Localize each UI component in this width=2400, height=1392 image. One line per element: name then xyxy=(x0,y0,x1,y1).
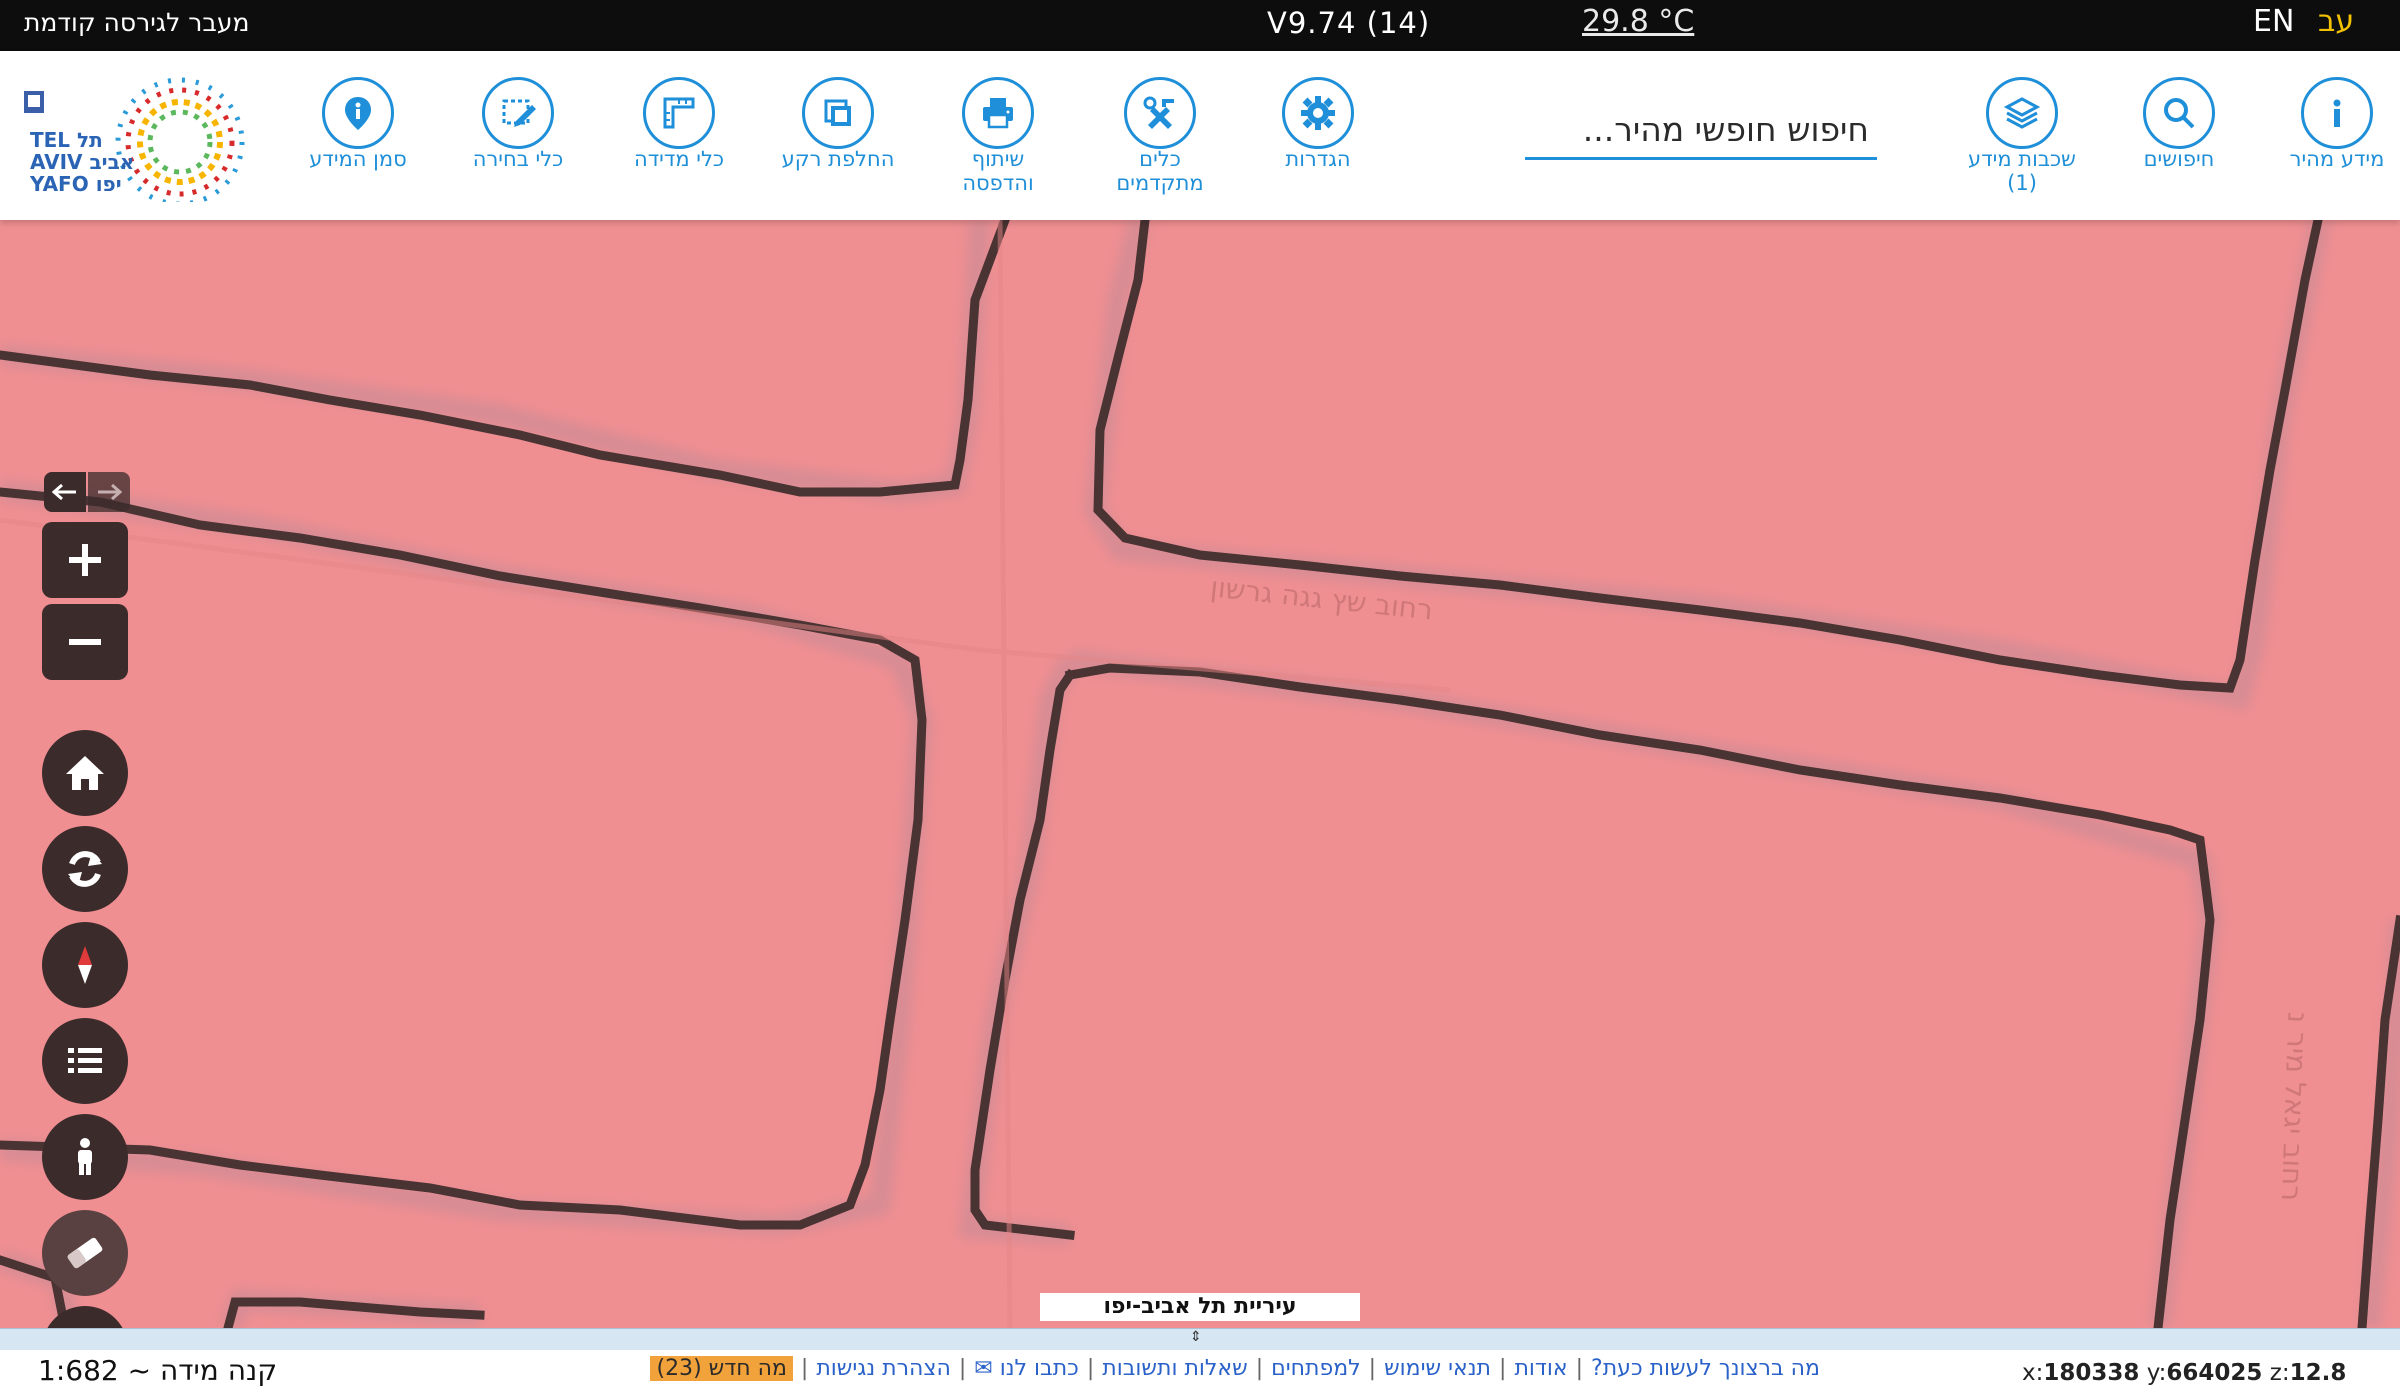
info-icon xyxy=(2301,77,2373,149)
zoom-out-button[interactable] xyxy=(42,604,128,680)
info-marker-tool[interactable]: סמן המידע xyxy=(283,77,433,173)
faq-link[interactable]: שאלות ותשובות xyxy=(1102,1356,1247,1381)
quick-info-tool[interactable]: מידע מהיר xyxy=(2262,77,2400,173)
back-arrow-button[interactable] xyxy=(44,472,86,512)
home-button[interactable] xyxy=(42,730,128,816)
main-toolbar: TEL תל AVIV אביב YAFO יפו סמן המידע כלי … xyxy=(0,51,2400,220)
arrow-right-icon xyxy=(98,483,122,501)
gear-icon xyxy=(1282,77,1354,149)
printer-icon xyxy=(962,77,1034,149)
whats-new-badge[interactable]: מה חדש (23) xyxy=(650,1356,793,1381)
settings-tool[interactable]: הגדרות xyxy=(1243,77,1393,173)
searches-tool[interactable]: חיפושים xyxy=(2104,77,2254,173)
legend-list-button[interactable] xyxy=(42,1018,128,1104)
advanced-tools-label-2: מתקדמים xyxy=(1116,171,1204,195)
x-value: 180338 xyxy=(2043,1360,2140,1386)
map-view[interactable]: רחוב שץ גגה גרשון רחוב יגאל מיר נ 3D עיר… xyxy=(0,220,2400,1328)
measure-tools-label: כלי מדידה xyxy=(633,147,725,171)
quick-search xyxy=(1525,101,1877,160)
svg-text:TEL תל: TEL תל xyxy=(30,128,103,152)
z-value: 12.8 xyxy=(2289,1360,2347,1386)
info-layers-count: (1) xyxy=(2007,171,2037,195)
settings-label: הגדרות xyxy=(1285,147,1351,171)
y-value: 664025 xyxy=(2166,1360,2263,1386)
arrow-left-icon xyxy=(52,483,76,501)
top-bar: מעבר לגירסה קודמת V9.74 (14) 29.8 °C EN … xyxy=(0,0,2400,51)
tel-aviv-logo[interactable]: TEL תל AVIV אביב YAFO יפו xyxy=(20,77,250,207)
language-hebrew-button[interactable]: עב xyxy=(2318,4,2354,39)
compass-button[interactable] xyxy=(42,922,128,1008)
zoom-in-button[interactable] xyxy=(42,522,128,598)
advanced-tools[interactable]: כלים מתקדמים xyxy=(1085,77,1235,197)
search-icon xyxy=(2143,77,2215,149)
basemap-switch-label: החלפת רקע xyxy=(781,147,895,171)
plus-icon xyxy=(69,544,101,576)
footer-links: מה ברצונך לעשות כעת?|אודות|תנאי שימוש|למ… xyxy=(580,1356,1820,1381)
share-print-tool[interactable]: שיתוף והדפסה xyxy=(923,77,1073,197)
selection-tools-label: כלי בחירה xyxy=(472,147,564,171)
street-view-button[interactable] xyxy=(42,1114,128,1200)
parcel-boundaries xyxy=(0,220,2400,1328)
terms-link[interactable]: תנאי שימוש xyxy=(1384,1356,1491,1381)
svg-text:YAFO יפו: YAFO יפו xyxy=(29,172,122,196)
forward-arrow-button[interactable] xyxy=(88,472,130,512)
basemap-layers-icon xyxy=(802,77,874,149)
eraser-icon xyxy=(67,1237,103,1269)
footer-bar: קנה מידה ~ 1:682 מה ברצונך לעשות כעת?|או… xyxy=(0,1350,2400,1392)
contact-link[interactable]: כתבו לנו ✉ xyxy=(974,1356,1079,1381)
searches-label: חיפושים xyxy=(2143,147,2215,171)
person-icon xyxy=(78,1138,92,1175)
developers-link[interactable]: למפתחים xyxy=(1271,1356,1361,1381)
street-label: רחוב יגאל מיר נ xyxy=(2274,1011,2315,1202)
home-icon xyxy=(66,756,104,790)
info-marker-label: סמן המידע xyxy=(309,147,407,171)
accessibility-link[interactable]: הצהרת נגישות xyxy=(816,1356,951,1381)
x-label: x: xyxy=(2022,1360,2044,1386)
language-english-button[interactable]: EN xyxy=(2253,4,2294,39)
z-label: z: xyxy=(2269,1360,2290,1386)
info-layers-tool[interactable]: שכבות מידע (1) xyxy=(1947,77,2097,197)
measure-tools[interactable]: כלי מדידה xyxy=(604,77,754,173)
y-label: y: xyxy=(2146,1360,2167,1386)
select-edit-icon xyxy=(482,77,554,149)
eraser-button[interactable] xyxy=(42,1210,128,1296)
previous-version-link[interactable]: מעבר לגירסה קודמת xyxy=(24,8,249,37)
coordinates-readout: x:180338 y:664025 z:12.8 xyxy=(2022,1360,2346,1386)
city-attribution-label: עיריית תל אביב-יפו xyxy=(1040,1293,1360,1321)
temperature-label[interactable]: 29.8 °C xyxy=(1582,4,1694,39)
compass-icon xyxy=(78,946,92,984)
quick-search-input[interactable] xyxy=(1525,101,1877,157)
list-icon xyxy=(68,1048,102,1073)
hammer-wrench-icon xyxy=(1124,77,1196,149)
about-link[interactable]: אודות xyxy=(1514,1356,1567,1381)
logo-emblem-icon xyxy=(24,91,44,113)
basemap-switch[interactable]: החלפת רקע xyxy=(763,77,913,173)
refresh-button[interactable] xyxy=(42,826,128,912)
map-pin-info-icon xyxy=(322,77,394,149)
expand-collapse-icon[interactable]: ⇕ xyxy=(1190,1329,1202,1345)
layers-stack-icon xyxy=(1986,77,2058,149)
quick-info-label: מידע מהיר xyxy=(2289,147,2385,171)
share-print-label-2: והדפסה xyxy=(962,171,1034,195)
scale-label: קנה מידה ~ 1:682 xyxy=(38,1354,278,1387)
ruler-icon xyxy=(643,77,715,149)
selection-tools[interactable]: כלי בחירה xyxy=(443,77,593,173)
svg-text:AVIV אביב: AVIV אביב xyxy=(30,150,134,174)
minus-icon xyxy=(69,639,101,645)
refresh-icon xyxy=(68,851,102,887)
panel-resize-strip[interactable]: ⇕ xyxy=(0,1328,2400,1350)
what-now-link[interactable]: מה ברצונך לעשות כעת? xyxy=(1591,1356,1820,1381)
version-label: V9.74 (14) xyxy=(1267,6,1431,40)
